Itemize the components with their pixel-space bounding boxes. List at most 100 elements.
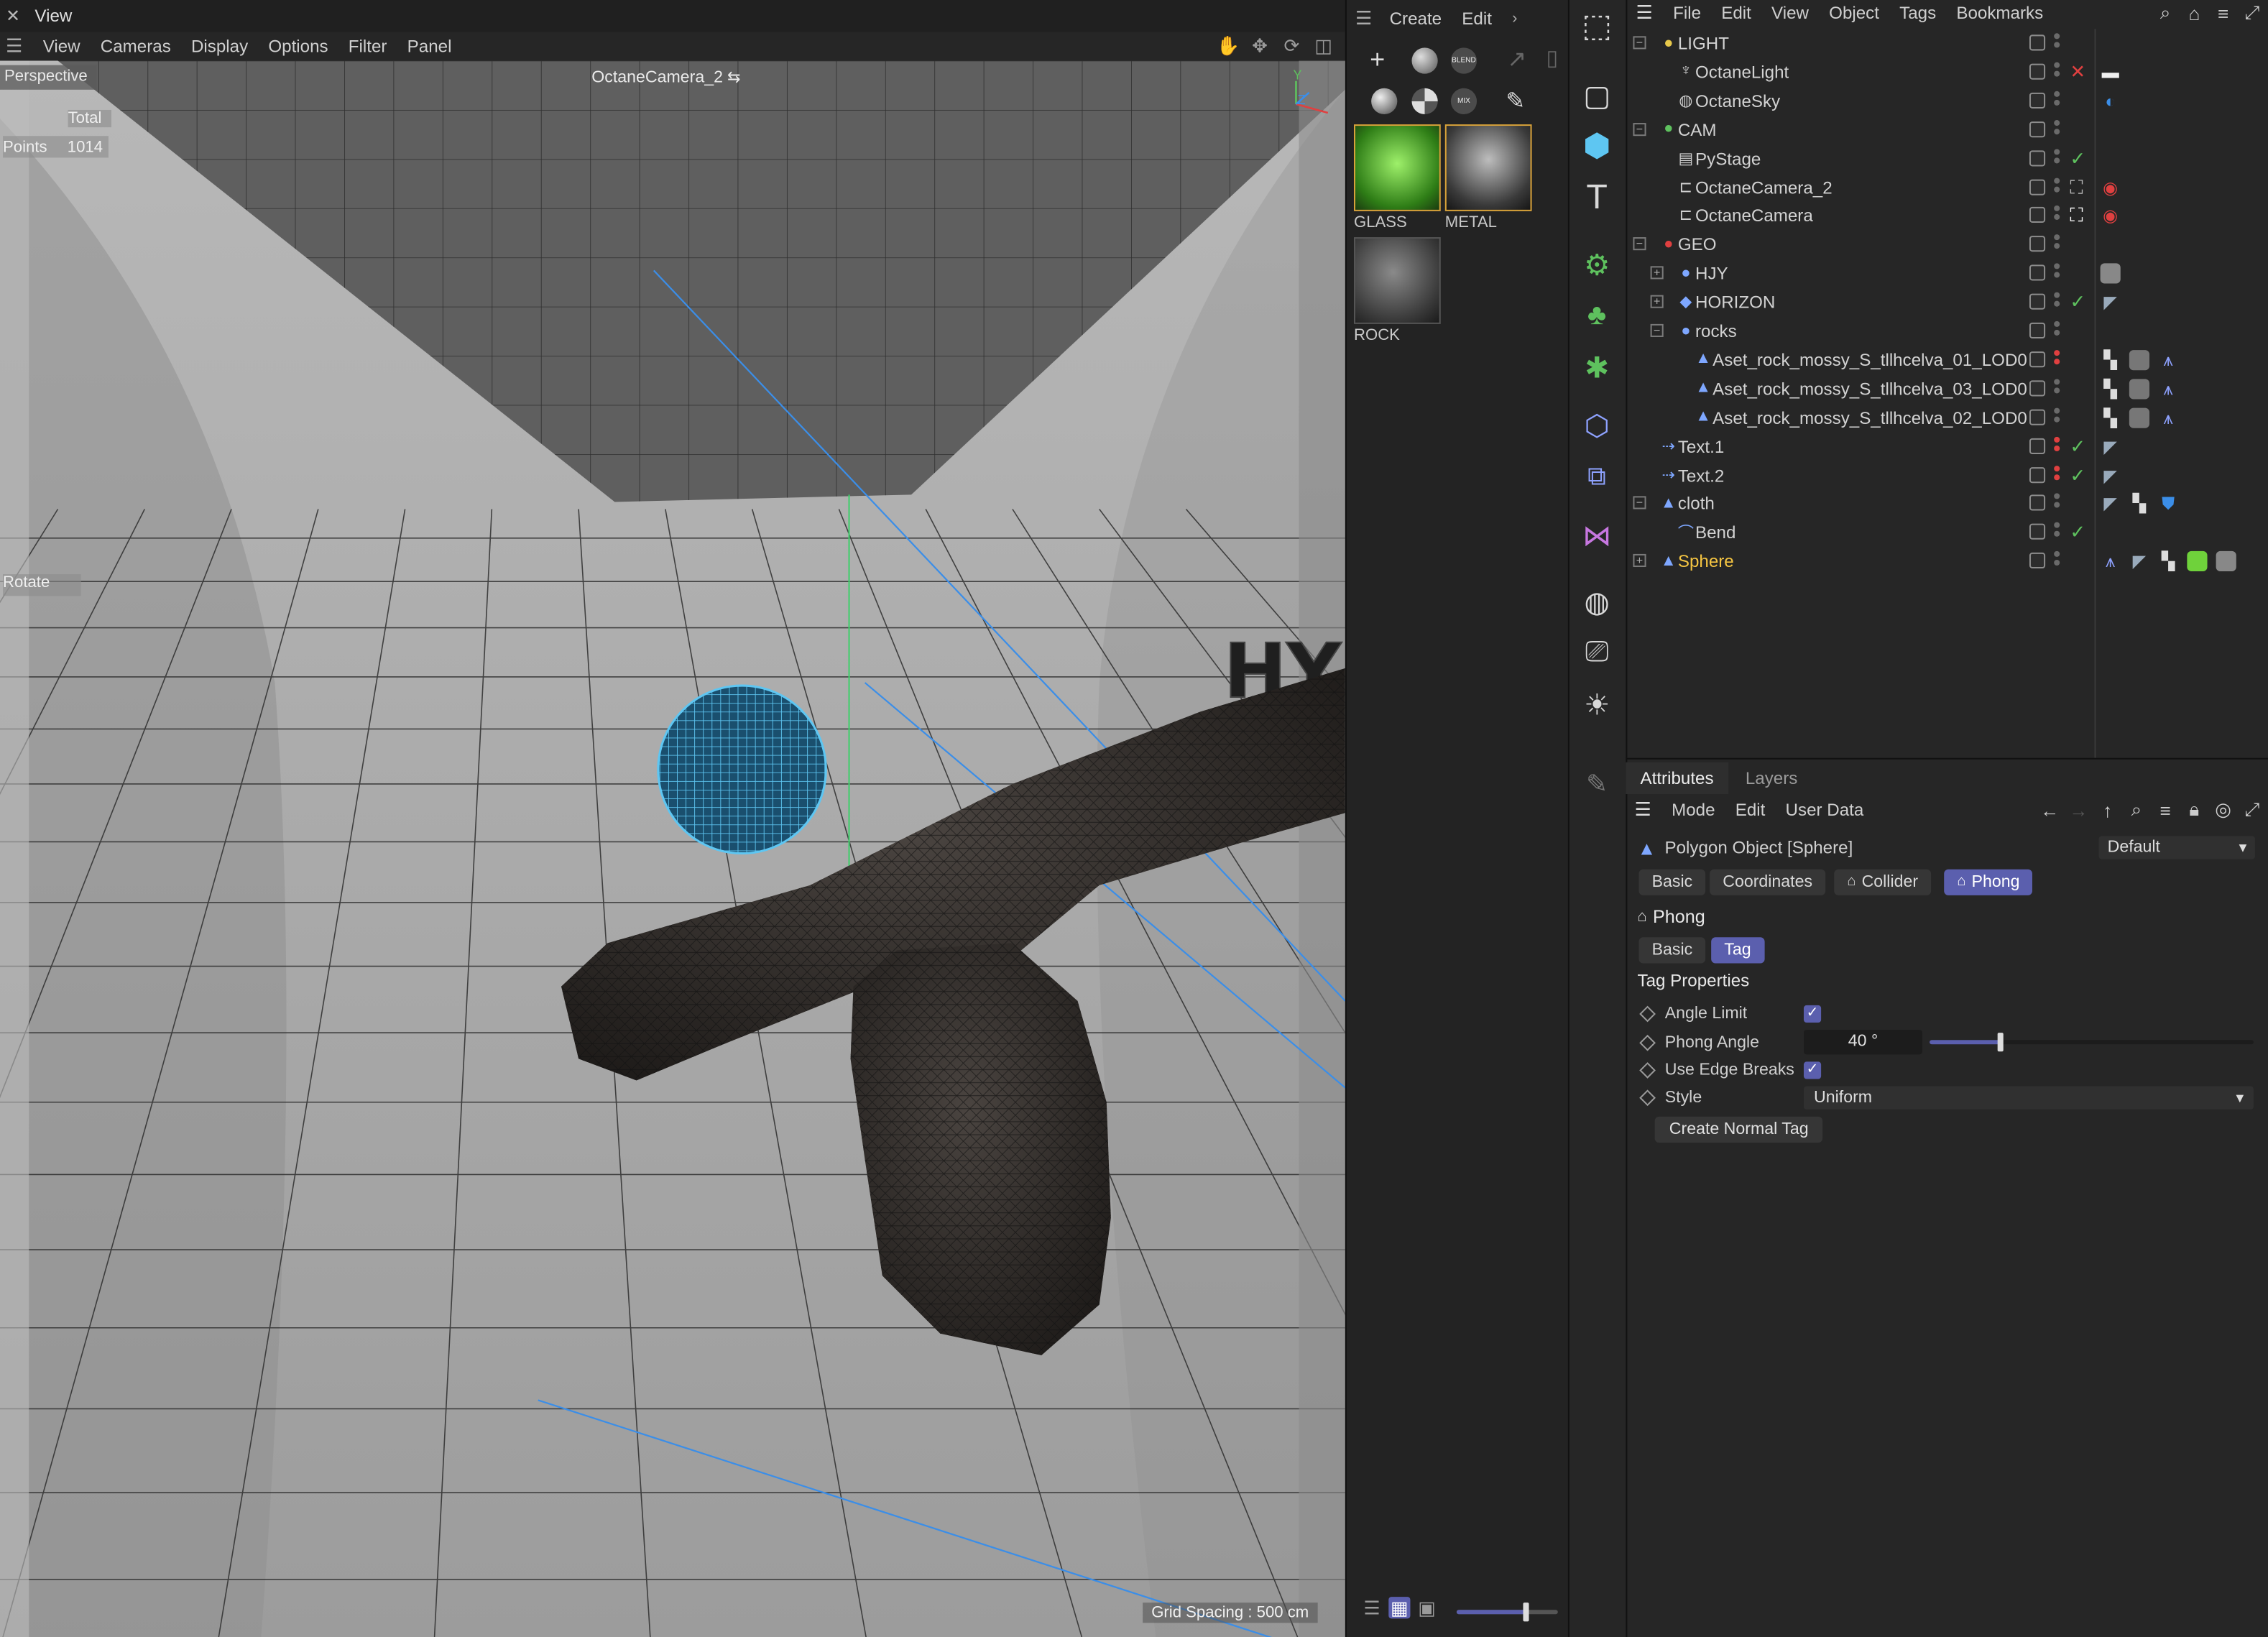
visibility-dots-icon[interactable] [2054, 321, 2061, 341]
tag-material-icon[interactable] [2129, 407, 2150, 428]
edit-checkbox-icon[interactable] [2029, 264, 2046, 281]
disabled-x-icon[interactable]: ✕ [2070, 60, 2085, 83]
tab-attributes[interactable]: Attributes [1626, 762, 1728, 795]
tag-lod-icon[interactable]: ⩚ [2158, 407, 2178, 428]
object-row[interactable]: ⌒ Bend ✓ [1627, 518, 2268, 547]
tab-layers[interactable]: Layers [1728, 762, 1815, 794]
search-icon[interactable]: ⌕ [2152, 0, 2178, 26]
plus-icon[interactable]: + [1370, 45, 1385, 75]
object-row[interactable]: ▤ PyStage ✓ [1627, 144, 2268, 172]
chevron-right-icon[interactable]: › [1512, 10, 1517, 27]
projection-label[interactable]: Perspective [0, 65, 97, 90]
filter-icon[interactable]: ≡ [2211, 0, 2236, 26]
tab-coordinates[interactable]: Coordinates [1710, 869, 1826, 895]
tag-cloth-icon[interactable]: ⛊ [2158, 494, 2178, 514]
tab-collider[interactable]: ⌂ Collider [1834, 869, 1932, 895]
tab-phong[interactable]: ⌂ Phong [1944, 869, 2033, 895]
visibility-dots-icon[interactable] [2054, 177, 2061, 198]
close-icon[interactable]: ✕ [6, 6, 20, 26]
object-row[interactable]: ♆ OctaneLight ✕ ▬ [1627, 57, 2268, 86]
phong-angle-input[interactable]: 40 ° [1803, 1030, 1923, 1055]
tag-glass-material-icon[interactable] [2187, 551, 2208, 572]
globe-icon[interactable]: ◍ [1575, 580, 1618, 623]
deformer-icon[interactable]: ⬡ [1575, 404, 1618, 447]
tag-material-icon[interactable] [2216, 551, 2236, 572]
expand-toggle-icon[interactable]: − [1633, 497, 1646, 510]
object-row[interactable]: − ● rocks [1627, 317, 2268, 346]
rotate-view-icon[interactable]: ⟳ [1278, 33, 1304, 59]
edit-checkbox-icon[interactable] [2029, 351, 2046, 368]
menu-object[interactable]: Object [1829, 3, 1879, 23]
gear-icon[interactable]: ✱ [1575, 346, 1618, 389]
object-row[interactable]: ▲ Aset_rock_mossy_S_tllhcelva_02_LOD0 ▚ ⩚ [1627, 403, 2268, 432]
hamburger-icon[interactable]: ☰ [1636, 1, 1652, 24]
camera-target-icon[interactable]: ⛶ [2070, 205, 2083, 228]
tag-lod-icon[interactable]: ⩚ [2101, 551, 2121, 571]
menu-tags[interactable]: Tags [1899, 3, 1936, 23]
edit-checkbox-icon[interactable] [2029, 121, 2046, 137]
object-row[interactable]: ⊏ OctaneCamera_2 ⛶ ◉ [1627, 173, 2268, 202]
object-row[interactable]: + ◆ HORIZON ✓ ◤ [1627, 288, 2268, 317]
subtab-basic[interactable]: Basic [1638, 937, 1706, 964]
visibility-dots-icon[interactable] [2054, 349, 2061, 370]
menu-options[interactable]: Options [268, 36, 328, 56]
tag-material-icon[interactable] [2100, 263, 2121, 284]
menu-edit[interactable]: Edit [1721, 3, 1751, 23]
target-icon[interactable]: ◎ [2211, 797, 2236, 823]
style-dropdown[interactable]: Uniform ▼ [1803, 1086, 2254, 1110]
menu-bookmarks[interactable]: Bookmarks [1956, 3, 2043, 23]
arrow-icon[interactable]: ↗ [1507, 45, 1526, 73]
arrow-left-icon[interactable]: ← [2037, 797, 2062, 823]
use-edge-breaks-checkbox[interactable]: ✓ [1803, 1061, 1822, 1079]
edit-checkbox-icon[interactable] [2029, 293, 2046, 310]
camera-icon[interactable]: ⎚ [1575, 631, 1618, 674]
menu-cameras[interactable]: Cameras [101, 36, 171, 56]
arrow-up-icon[interactable]: ↑ [2095, 797, 2121, 823]
trash-icon[interactable]: ▯ [1546, 45, 1559, 70]
material-glass[interactable]: GLASS [1353, 124, 1441, 231]
tab-basic[interactable]: Basic [1638, 869, 1706, 895]
pen-icon[interactable]: ✎ [1575, 762, 1618, 806]
edit-checkbox-icon[interactable] [2029, 466, 2046, 483]
spline-icon[interactable]: ⋈ [1575, 514, 1618, 557]
create-normal-tag-button[interactable]: Create Normal Tag [1654, 1116, 1823, 1143]
field-icon[interactable]: ⧉ [1575, 454, 1618, 497]
enabled-check-icon[interactable]: ✓ [2070, 464, 2085, 487]
edit-checkbox-icon[interactable] [2029, 322, 2046, 338]
object-row[interactable]: ◍ OctaneSky ◐ [1627, 86, 2268, 115]
text-icon[interactable]: T [1575, 177, 1618, 220]
edit-checkbox-icon[interactable] [2029, 379, 2046, 397]
expand-toggle-icon[interactable]: − [1633, 237, 1646, 251]
menu-panel[interactable]: Panel [407, 36, 452, 56]
live-selection-icon[interactable]: ⬚ [1575, 4, 1618, 47]
visibility-dots-icon[interactable] [2054, 494, 2061, 514]
new-window-icon[interactable]: ⤢ [2239, 797, 2265, 823]
menu-file[interactable]: File [1673, 3, 1701, 23]
3d-viewport[interactable]: HY Perspective OctaneCamera_2 ⇆ Y Z Tota… [0, 60, 1345, 1637]
arrow-right-icon[interactable]: → [2065, 797, 2091, 823]
subtab-tag[interactable]: Tag [1711, 937, 1764, 964]
expand-toggle-icon[interactable]: − [1633, 122, 1646, 136]
angle-limit-checkbox[interactable]: ✓ [1803, 1005, 1822, 1023]
keyframe-icon[interactable] [1639, 1089, 1656, 1107]
sphere-object[interactable] [657, 684, 827, 855]
object-row[interactable]: − ● LIGHT [1627, 29, 2268, 57]
tag-uvw-icon[interactable]: ◤ [2129, 551, 2149, 571]
menu-filter[interactable]: Filter [349, 36, 387, 56]
visibility-dots-icon[interactable] [2054, 551, 2061, 571]
search-icon[interactable]: ⌕ [2124, 797, 2149, 823]
camera-target-icon[interactable]: ⛶ [2070, 176, 2083, 199]
tag-texture-icon[interactable]: ▚ [2101, 350, 2121, 370]
edit-checkbox-icon[interactable] [2029, 34, 2046, 51]
generator-icon[interactable]: ⚙ [1575, 243, 1618, 286]
menu-display[interactable]: Display [191, 36, 248, 56]
lock-icon[interactable]: 🔒︎ [2181, 797, 2207, 823]
visibility-dots-icon[interactable] [2054, 206, 2061, 226]
enabled-check-icon[interactable]: ✓ [2070, 291, 2085, 314]
visibility-dots-icon[interactable] [2054, 465, 2061, 485]
cloner-icon[interactable]: ♣ [1575, 294, 1618, 337]
tag-light-icon[interactable]: ▬ [2101, 62, 2121, 82]
maximize-view-icon[interactable]: ◫ [1311, 33, 1337, 59]
tag-lod-icon[interactable]: ⩚ [2158, 350, 2178, 370]
home-icon[interactable]: ⌂ [2181, 0, 2207, 26]
